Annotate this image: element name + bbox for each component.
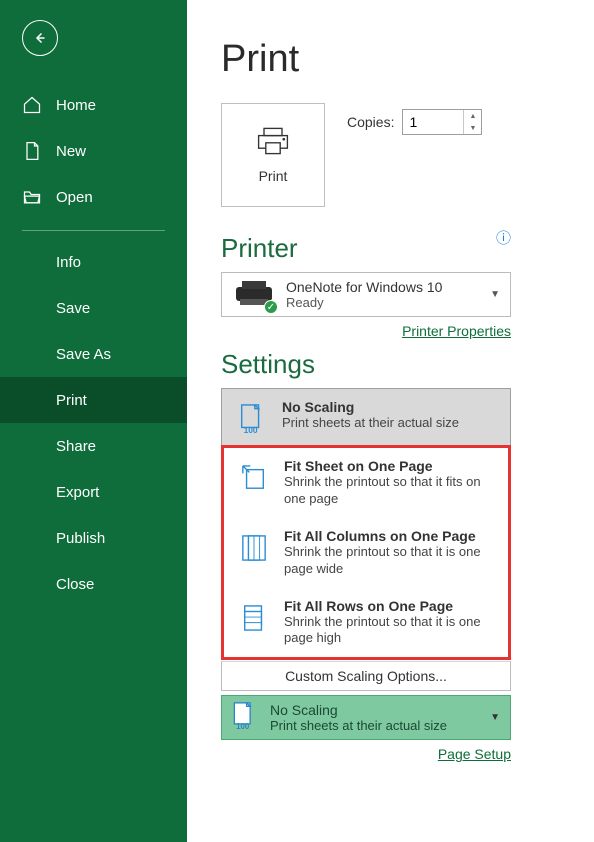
page-100-icon: 100 <box>232 702 260 733</box>
scaling-option-desc: Shrink the printout so that it fits on o… <box>284 474 496 508</box>
printer-properties-link[interactable]: Printer Properties <box>402 323 511 339</box>
sidebar-item-label: Export <box>56 484 99 501</box>
sidebar-item-publish[interactable]: Publish <box>0 515 187 561</box>
custom-scaling-button[interactable]: Custom Scaling Options... <box>221 661 511 691</box>
sidebar-item-open[interactable]: Open <box>0 174 187 220</box>
printer-status: Ready <box>286 295 442 310</box>
fit-sheet-icon <box>238 462 270 494</box>
scaling-option-desc: Print sheets at their actual size <box>282 415 459 432</box>
open-folder-icon <box>22 187 42 207</box>
sidebar-item-print[interactable]: Print <box>0 377 187 423</box>
sidebar-item-label: Home <box>56 97 96 114</box>
print-button-label: Print <box>259 168 288 184</box>
printer-name: OneNote for Windows 10 <box>286 279 442 295</box>
page-setup-link[interactable]: Page Setup <box>438 746 511 762</box>
sidebar-item-label: Save As <box>56 346 111 363</box>
scaling-option-fit-sheet[interactable]: Fit Sheet on One Page Shrink the printou… <box>224 448 508 518</box>
scaling-option-title: Fit All Columns on One Page <box>284 528 496 544</box>
printer-icon <box>255 126 291 156</box>
sidebar-item-share[interactable]: Share <box>0 423 187 469</box>
scaling-option-title: Fit Sheet on One Page <box>284 458 496 474</box>
scaling-option-fit-columns[interactable]: Fit All Columns on One Page Shrink the p… <box>224 518 508 588</box>
sidebar-item-home[interactable]: Home <box>0 82 187 128</box>
svg-text:100: 100 <box>236 722 250 730</box>
printer-device-icon: ✓ <box>232 279 276 310</box>
sidebar-item-label: Close <box>56 576 94 593</box>
scaling-dropdown[interactable]: 100 No Scaling Print sheets at their act… <box>221 695 511 740</box>
page-100-icon: 100 <box>236 403 268 435</box>
sidebar-item-label: Save <box>56 300 90 317</box>
copies-stepper[interactable]: ▲ ▼ <box>402 109 482 135</box>
sidebar-item-new[interactable]: New <box>0 128 187 174</box>
sidebar-divider <box>22 230 165 231</box>
scaling-option-desc: Shrink the printout so that it is one pa… <box>284 614 496 648</box>
sidebar-item-label: Publish <box>56 530 105 547</box>
back-button[interactable] <box>22 20 58 56</box>
scaling-option-title: No Scaling <box>282 399 459 415</box>
scaling-option-no-scaling[interactable]: 100 No Scaling Print sheets at their act… <box>221 388 511 445</box>
current-scaling-desc: Print sheets at their actual size <box>270 718 447 733</box>
settings-heading: Settings <box>221 349 594 380</box>
printer-info-icon[interactable]: ⓘ <box>496 227 511 248</box>
printer-dropdown[interactable]: ✓ OneNote for Windows 10 Ready ▼ <box>221 272 511 317</box>
print-button[interactable]: Print <box>221 103 325 207</box>
sidebar-item-label: Share <box>56 438 96 455</box>
page-title: Print <box>221 38 594 81</box>
fit-rows-icon <box>238 602 270 634</box>
highlighted-scaling-options-group: Fit Sheet on One Page Shrink the printou… <box>221 445 511 660</box>
sidebar-item-export[interactable]: Export <box>0 469 187 515</box>
sidebar-item-info[interactable]: Info <box>0 239 187 285</box>
sidebar-item-label: Print <box>56 392 87 409</box>
back-arrow-icon <box>31 29 49 47</box>
printer-ready-check-icon: ✓ <box>264 300 278 314</box>
sidebar-item-label: Open <box>56 189 93 206</box>
current-scaling-title: No Scaling <box>270 702 447 718</box>
home-icon <box>22 95 42 115</box>
chevron-down-icon: ▼ <box>490 712 500 723</box>
copies-spinner-up[interactable]: ▲ <box>464 110 481 122</box>
copies-spinner-down[interactable]: ▼ <box>464 122 481 134</box>
sidebar-item-close[interactable]: Close <box>0 561 187 607</box>
fit-columns-icon <box>238 532 270 564</box>
chevron-down-icon: ▼ <box>490 289 500 300</box>
scaling-option-desc: Shrink the printout so that it is one pa… <box>284 544 496 578</box>
printer-heading: Printer <box>221 233 298 264</box>
svg-text:100: 100 <box>244 425 258 434</box>
custom-scaling-label: Custom Scaling Options... <box>285 668 447 684</box>
copies-label: Copies: <box>347 114 394 130</box>
scaling-option-fit-rows[interactable]: Fit All Rows on One Page Shrink the prin… <box>224 588 508 658</box>
sidebar-item-label: Info <box>56 254 81 271</box>
scaling-option-title: Fit All Rows on One Page <box>284 598 496 614</box>
sidebar-item-save[interactable]: Save <box>0 285 187 331</box>
sidebar-item-save-as[interactable]: Save As <box>0 331 187 377</box>
sidebar-item-label: New <box>56 143 86 160</box>
new-file-icon <box>22 141 42 161</box>
copies-input[interactable] <box>403 110 463 134</box>
